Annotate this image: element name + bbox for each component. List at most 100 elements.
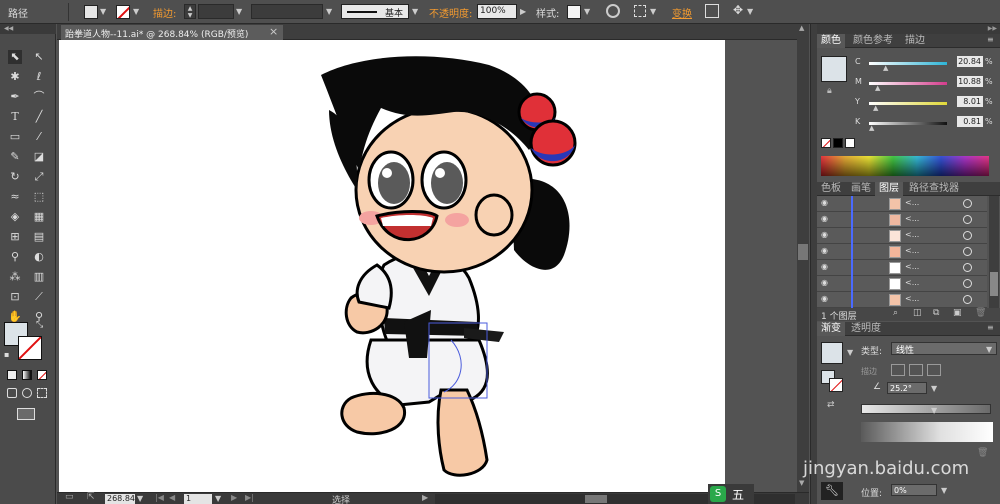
visibility-eye-icon[interactable]: ◉	[821, 230, 828, 239]
target-circle-icon[interactable]	[963, 199, 972, 208]
wrench-icon[interactable]: 🔧︎	[821, 482, 843, 500]
shape-builder-tool-icon[interactable]: ◈	[8, 210, 22, 224]
color-panel-menu-icon[interactable]: ≡	[987, 35, 994, 44]
pencil-tool-icon[interactable]: ✎	[8, 150, 22, 164]
type-tool-icon[interactable]: T	[8, 110, 22, 124]
tab-gradient[interactable]: 渐变	[817, 322, 845, 336]
layer-name[interactable]: <...	[905, 246, 919, 255]
layer-name[interactable]: <...	[905, 214, 919, 223]
vertical-scroll-thumb[interactable]	[798, 244, 808, 260]
stroke-weight-stepper[interactable]: ▲ ▼	[184, 4, 196, 19]
draw-behind-icon[interactable]	[22, 388, 32, 398]
free-transform-tool-icon[interactable]: ⬚	[32, 190, 46, 204]
layer-name[interactable]: <...	[905, 278, 919, 287]
stroke-within-icon[interactable]	[891, 364, 905, 376]
stroke-along-icon[interactable]	[909, 364, 923, 376]
screen-mode-icon[interactable]	[17, 408, 35, 420]
eraser-tool-icon[interactable]: ◪	[32, 150, 46, 164]
stroke-weight-dropdown-icon[interactable]: ▼	[236, 7, 242, 16]
canvas-area[interactable]: ▲ ▼	[57, 24, 809, 492]
document-close-icon[interactable]: ×	[269, 25, 278, 38]
channel-c-input[interactable]: 20.84	[957, 56, 983, 67]
gradient-slider[interactable]	[861, 404, 991, 414]
angle-dropdown-icon[interactable]: ▼	[931, 384, 937, 393]
stroke-color-box[interactable]	[18, 336, 42, 360]
recolor-artwork-icon[interactable]	[606, 4, 620, 18]
graphic-style-swatch[interactable]	[567, 5, 581, 19]
profile-dropdown-icon[interactable]: ▼	[326, 7, 332, 16]
opacity-input[interactable]: 100%	[477, 4, 517, 19]
transform-link[interactable]: 变换	[672, 5, 692, 20]
gradient-panel-menu-icon[interactable]: ≡	[987, 323, 994, 332]
color-fill-preview[interactable]	[821, 56, 847, 82]
color-spectrum[interactable]	[821, 156, 989, 176]
paintbrush-tool-icon[interactable]: ⁄	[32, 130, 46, 144]
draw-mode-icon[interactable]	[7, 388, 17, 398]
isolate-object-icon[interactable]	[705, 4, 719, 18]
stroke-dropdown-icon[interactable]: ▼	[133, 7, 139, 16]
eyedropper-tool-icon[interactable]: ⚲	[8, 250, 22, 264]
last-artboard-icon[interactable]: ▶|	[245, 493, 254, 502]
opacity-label[interactable]: 不透明度:	[429, 5, 472, 20]
reverse-gradient-icon[interactable]: ⇄	[827, 400, 835, 410]
zoom-input[interactable]: 268.84	[105, 494, 135, 504]
variable-width-profile-select[interactable]	[251, 4, 323, 19]
mesh-tool-icon[interactable]: ⊞	[8, 230, 22, 244]
scale-tool-icon[interactable]: ⤢	[32, 170, 46, 184]
scroll-down-icon[interactable]: ▼	[799, 479, 804, 487]
target-circle-icon[interactable]	[963, 295, 972, 304]
gradient-type-dropdown-icon[interactable]: ▼	[986, 345, 992, 354]
position-dropdown-icon[interactable]: ▼	[941, 486, 947, 495]
selection-tool-icon[interactable]: ⬉	[8, 50, 22, 64]
style-dropdown-icon[interactable]: ▼	[584, 7, 590, 16]
make-clipping-mask-icon[interactable]: ◫	[913, 308, 922, 318]
gradient-angle-input[interactable]: 25.2°	[887, 382, 927, 394]
blend-tool-icon[interactable]: ◐	[32, 250, 46, 264]
channel-k-slider[interactable]: ▲	[869, 118, 949, 132]
taskbar-ime-badge[interactable]: S 五	[708, 484, 754, 504]
column-graph-tool-icon[interactable]: ▥	[32, 270, 46, 284]
layer-name[interactable]: <...	[905, 230, 919, 239]
black-swatch[interactable]	[833, 138, 843, 148]
gradient-position-input[interactable]: 0%	[891, 484, 937, 496]
artboard-number-input[interactable]: 1	[184, 494, 212, 504]
document-tab[interactable]: 跆拳道人物--11.ai* @ 268.84% (RGB/预览) ×	[61, 25, 283, 40]
tab-swatches[interactable]: 色板	[817, 182, 845, 196]
align-dropdown-icon[interactable]: ▼	[650, 7, 656, 16]
gradient-type-select[interactable]: 线性 ▼	[891, 342, 997, 356]
channel-y-thumb-icon[interactable]: ▲	[873, 104, 878, 112]
out-of-gamut-icon[interactable]: 🔒︎	[827, 86, 832, 96]
layer-row[interactable]: ◉ <...	[817, 212, 987, 228]
none-mode-icon[interactable]	[37, 370, 47, 380]
visibility-eye-icon[interactable]: ◉	[821, 294, 828, 303]
slice-tool-icon[interactable]: ⟋	[32, 290, 46, 304]
stroke-across-icon[interactable]	[927, 364, 941, 376]
new-layer-icon[interactable]: ▣	[953, 308, 962, 318]
next-artboard-icon[interactable]: ▶	[231, 493, 237, 502]
channel-k-input[interactable]: 0.81	[957, 116, 983, 127]
flip-dropdown-icon[interactable]: ▼	[747, 7, 753, 16]
new-sublayer-icon[interactable]: ⧉	[933, 308, 939, 318]
prev-artboard-icon[interactable]: ◀	[169, 493, 175, 502]
channel-c-thumb-icon[interactable]: ▲	[883, 64, 888, 72]
stroke-swatch[interactable]	[116, 5, 130, 19]
layer-name[interactable]: <...	[905, 294, 919, 303]
layer-name[interactable]: <...	[905, 262, 919, 271]
swap-fill-stroke-icon[interactable]: ⤡	[36, 320, 43, 330]
fill-stroke-mini[interactable]	[821, 370, 843, 392]
target-circle-icon[interactable]	[963, 279, 972, 288]
direct-selection-tool-icon[interactable]: ↖	[32, 50, 46, 64]
gradient-preview-swatch[interactable]	[821, 342, 843, 364]
target-circle-icon[interactable]	[963, 263, 972, 272]
visibility-eye-icon[interactable]: ◉	[821, 278, 828, 287]
layer-row[interactable]: ◉ <...	[817, 292, 987, 308]
channel-k-thumb-icon[interactable]: ▲	[869, 124, 874, 132]
delete-layer-icon[interactable]: 🗑︎	[975, 308, 986, 318]
delete-stop-icon[interactable]: 🗑︎	[977, 448, 988, 458]
draw-inside-icon[interactable]	[37, 388, 47, 398]
brush-dropdown-icon[interactable]: ▼	[412, 7, 418, 16]
channel-m-input[interactable]: 10.88	[957, 76, 983, 87]
layer-row[interactable]: ◉ <...	[817, 244, 987, 260]
width-tool-icon[interactable]: ≈	[8, 190, 22, 204]
layers-scroll-thumb[interactable]	[990, 272, 998, 296]
